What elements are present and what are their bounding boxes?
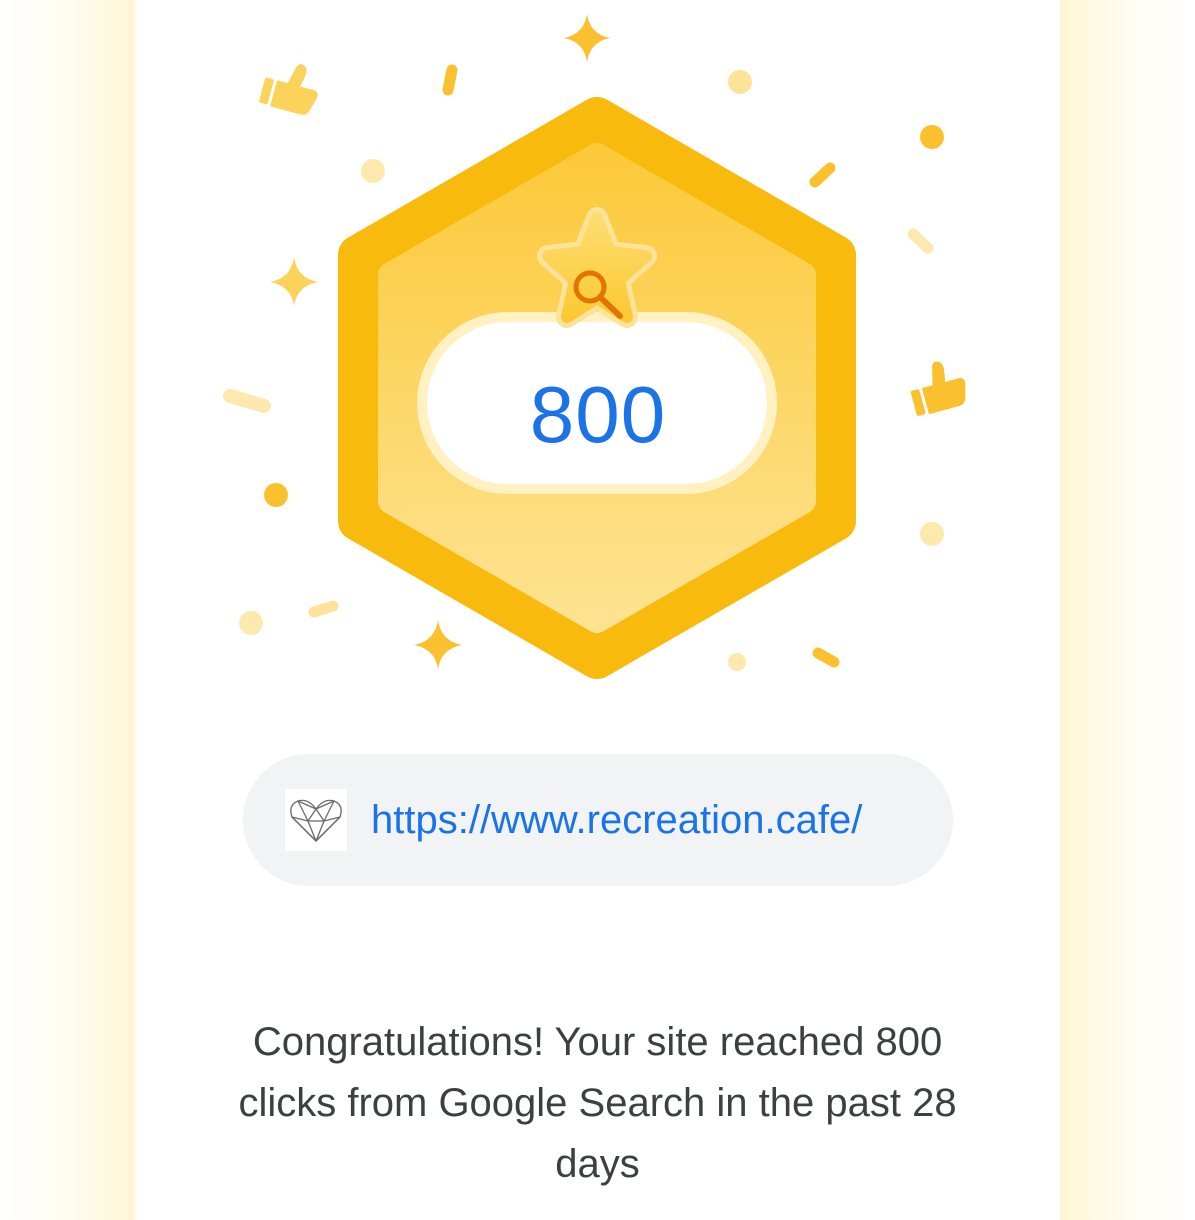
confetti-stroke: [812, 647, 840, 668]
congratulations-message: Congratulations! Your site reached 800 c…: [238, 1020, 957, 1186]
sparkle-icon: [270, 257, 318, 306]
confetti-dot: [920, 522, 944, 546]
confetti-stroke: [223, 389, 271, 413]
sparkle-icon: [564, 14, 610, 62]
confetti-stroke: [907, 228, 934, 254]
confetti-dot: [728, 70, 752, 94]
badge-illustration: [223, 14, 966, 679]
confetti-stroke: [308, 600, 339, 618]
confetti-dot: [728, 653, 746, 671]
confetti-dot: [239, 611, 263, 635]
thumbs-up-icon: [259, 64, 318, 115]
site-url-chip[interactable]: https://www.recreation.cafe/: [243, 754, 953, 886]
confetti-dot: [920, 125, 944, 149]
confetti-dot: [264, 483, 288, 507]
confetti-stroke: [809, 162, 836, 188]
thumbs-up-icon: [910, 361, 966, 416]
sparkle-icon: [414, 620, 462, 669]
site-url-link[interactable]: https://www.recreation.cafe/: [371, 798, 862, 843]
badge-click-count: 800: [529, 370, 667, 459]
geometric-heart-icon: [285, 789, 347, 851]
confetti-stroke: [442, 64, 458, 96]
confetti-dot: [361, 159, 385, 183]
